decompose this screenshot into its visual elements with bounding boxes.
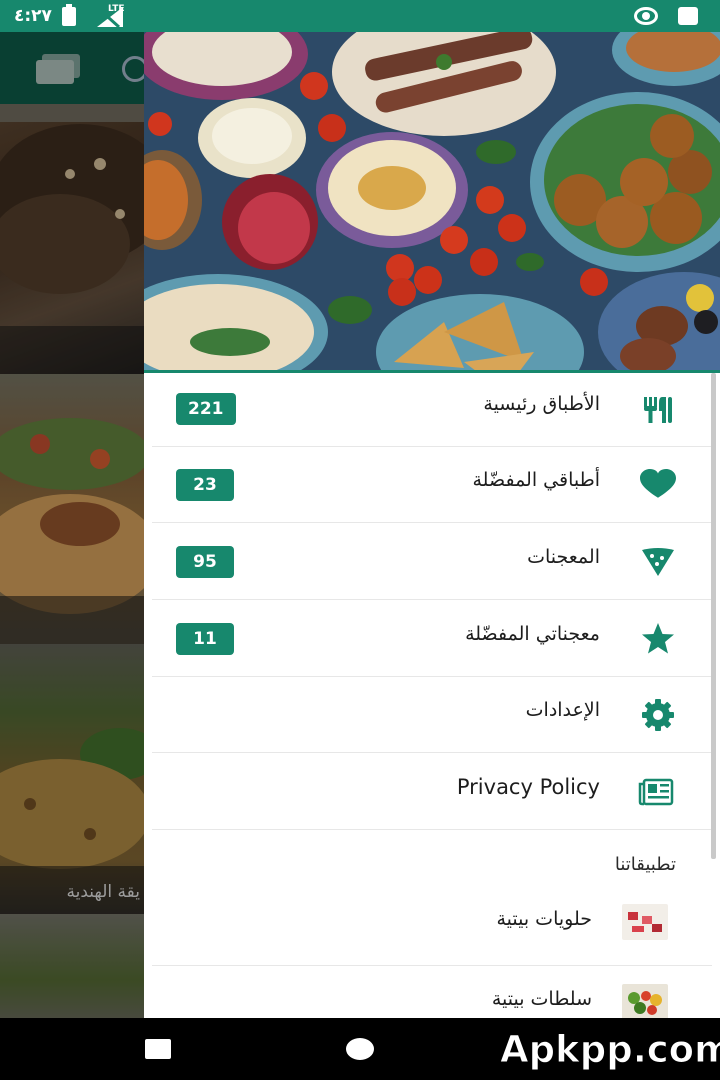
app-label: سلطات بيتية	[491, 988, 592, 1010]
star-icon	[642, 623, 674, 654]
heart-icon	[640, 469, 676, 498]
drawer-scrim[interactable]	[0, 32, 144, 1018]
menu-item-privacy-policy[interactable]: Privacy Policy	[152, 754, 712, 830]
status-bar: ٤:٢٧ LTE	[0, 0, 720, 32]
count-badge: 95	[176, 546, 234, 578]
menu-label: Privacy Policy	[456, 775, 600, 799]
app-label: حلويات بيتية	[496, 908, 592, 930]
apps-section-title: تطبيقاتنا	[614, 854, 676, 875]
menu-item-settings[interactable]: الإعدادات	[152, 677, 712, 753]
count-badge: 23	[176, 469, 234, 501]
battery-icon	[62, 4, 76, 26]
menu-label: معجناتي المفضّلة	[465, 623, 600, 645]
sd-card-icon	[678, 7, 698, 25]
fork-knife-icon	[644, 397, 672, 423]
sync-icon	[634, 7, 658, 25]
drawer-header-image	[144, 32, 720, 370]
sweets-thumbnail	[622, 904, 668, 940]
pastry-icon	[642, 548, 674, 576]
menu-label: أطباقي المفضّلة	[472, 469, 601, 491]
menu-label: المعجنات	[527, 546, 600, 568]
network-type: LTE	[108, 4, 125, 14]
menu-item-pastries[interactable]: المعجنات 95	[152, 524, 712, 600]
watermark: Apkpp.com	[500, 1028, 720, 1072]
navigation-drawer: الأطباق رئيسية 221 أطباقي المفضّلة 23 ال…	[144, 32, 720, 1018]
salads-thumbnail	[622, 984, 668, 1018]
newspaper-icon	[638, 778, 674, 806]
system-nav-bar: Apkpp.com	[0, 1018, 720, 1080]
drawer-scrollbar[interactable]	[711, 373, 716, 859]
menu-label: الأطباق رئيسية	[483, 393, 600, 415]
app-item-salads[interactable]: سلطات بيتية	[152, 968, 712, 1018]
recents-button[interactable]	[145, 1039, 171, 1059]
menu-item-main-dishes[interactable]: الأطباق رئيسية 221	[152, 371, 712, 447]
home-button[interactable]	[346, 1038, 374, 1060]
gear-icon	[642, 699, 674, 731]
menu-label: الإعدادات	[525, 699, 600, 721]
app-item-sweets[interactable]: حلويات بيتية	[152, 888, 712, 966]
menu-item-favorite-pastries[interactable]: معجناتي المفضّلة 11	[152, 601, 712, 677]
count-badge: 11	[176, 623, 234, 655]
status-time: ٤:٢٧	[14, 6, 52, 26]
count-badge: 221	[176, 393, 236, 425]
menu-item-favorite-dishes[interactable]: أطباقي المفضّلة 23	[152, 447, 712, 523]
